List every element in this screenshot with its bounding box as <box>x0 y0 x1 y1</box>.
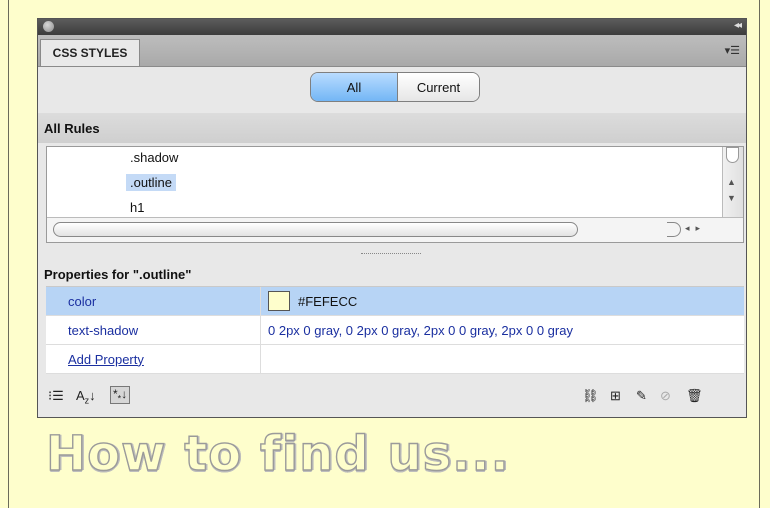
color-swatch[interactable] <box>268 291 290 311</box>
vertical-scroll-thumb[interactable] <box>726 147 739 163</box>
horizontal-track-end <box>667 222 681 237</box>
property-name[interactable]: color <box>68 294 96 309</box>
current-button[interactable]: Current <box>398 73 479 101</box>
show-set-properties-icon[interactable]: **↓ <box>110 386 131 405</box>
all-rules-heading: All Rules <box>38 113 746 143</box>
pane-resize-handle[interactable] <box>361 253 421 254</box>
property-name[interactable]: text-shadow <box>68 323 138 338</box>
panel-options-icon[interactable]: ▾☰ <box>725 44 740 57</box>
attach-style-sheet-icon[interactable]: ⛓ <box>582 388 599 404</box>
tab-css-styles[interactable]: CSS STYLES <box>40 39 140 66</box>
rules-vertical-scrollbar[interactable]: ▲ ▼ <box>722 147 743 217</box>
scroll-down-arrow-icon[interactable]: ▼ <box>727 193 736 203</box>
panel-toolbar: ⁝☰ Az↓ **↓ ⛓ ⊞ ✎ ⊘ 🗑 <box>38 379 746 417</box>
rules-list: .shadow .outline h1 ▲ ▼ ◂▸ <box>46 146 744 243</box>
delete-rule-icon[interactable]: 🗑 <box>686 388 703 404</box>
show-category-view-icon[interactable]: ⁝☰ <box>48 388 64 404</box>
new-css-rule-icon[interactable]: ⊞ <box>610 388 621 404</box>
properties-table: color #FEFECC text-shadow 0 2px 0 gray, … <box>46 286 744 374</box>
all-button[interactable]: All <box>311 73 398 101</box>
page-heading: How to find us... <box>45 425 510 482</box>
panel-tab-bar: CSS STYLES ▾☰ <box>38 35 746 67</box>
panel-title-bar[interactable]: ◂◂ <box>38 19 746 35</box>
column-divider <box>260 345 261 373</box>
edit-rule-icon[interactable]: ✎ <box>636 388 647 404</box>
property-row-text-shadow[interactable]: text-shadow 0 2px 0 gray, 0 2px 0 gray, … <box>46 316 744 345</box>
horizontal-scroll-thumb[interactable] <box>53 222 578 237</box>
column-divider <box>260 316 261 344</box>
color-value-text: #FEFECC <box>298 293 358 309</box>
add-property-link[interactable]: Add Property <box>68 352 144 367</box>
property-value[interactable]: #FEFECC <box>268 291 357 311</box>
property-value[interactable]: 0 2px 0 gray, 0 2px 0 gray, 2px 0 0 gray… <box>268 323 573 338</box>
show-alphabetical-view-icon[interactable]: Az↓ <box>76 388 96 406</box>
collapse-panel-icon[interactable]: ◂◂ <box>734 20 742 31</box>
close-icon[interactable] <box>43 21 54 32</box>
mode-toggle: All Current <box>310 72 480 102</box>
column-divider <box>260 287 261 315</box>
add-property-row: Add Property <box>46 345 744 374</box>
scroll-left-right-arrows-icon[interactable]: ◂▸ <box>685 223 706 234</box>
rule-item-shadow[interactable]: .shadow <box>126 149 182 166</box>
scroll-up-arrow-icon[interactable]: ▲ <box>727 177 736 187</box>
disable-property-icon[interactable]: ⊘ <box>660 388 671 404</box>
rule-item-outline[interactable]: .outline <box>126 174 176 191</box>
rule-item-h1[interactable]: h1 <box>126 199 148 216</box>
properties-heading: Properties for ".outline" <box>44 266 192 282</box>
property-row-color[interactable]: color #FEFECC <box>46 287 744 316</box>
rules-horizontal-scrollbar[interactable]: ◂▸ <box>47 217 743 242</box>
css-styles-panel: ◂◂ CSS STYLES ▾☰ All Current All Rules .… <box>37 18 747 418</box>
